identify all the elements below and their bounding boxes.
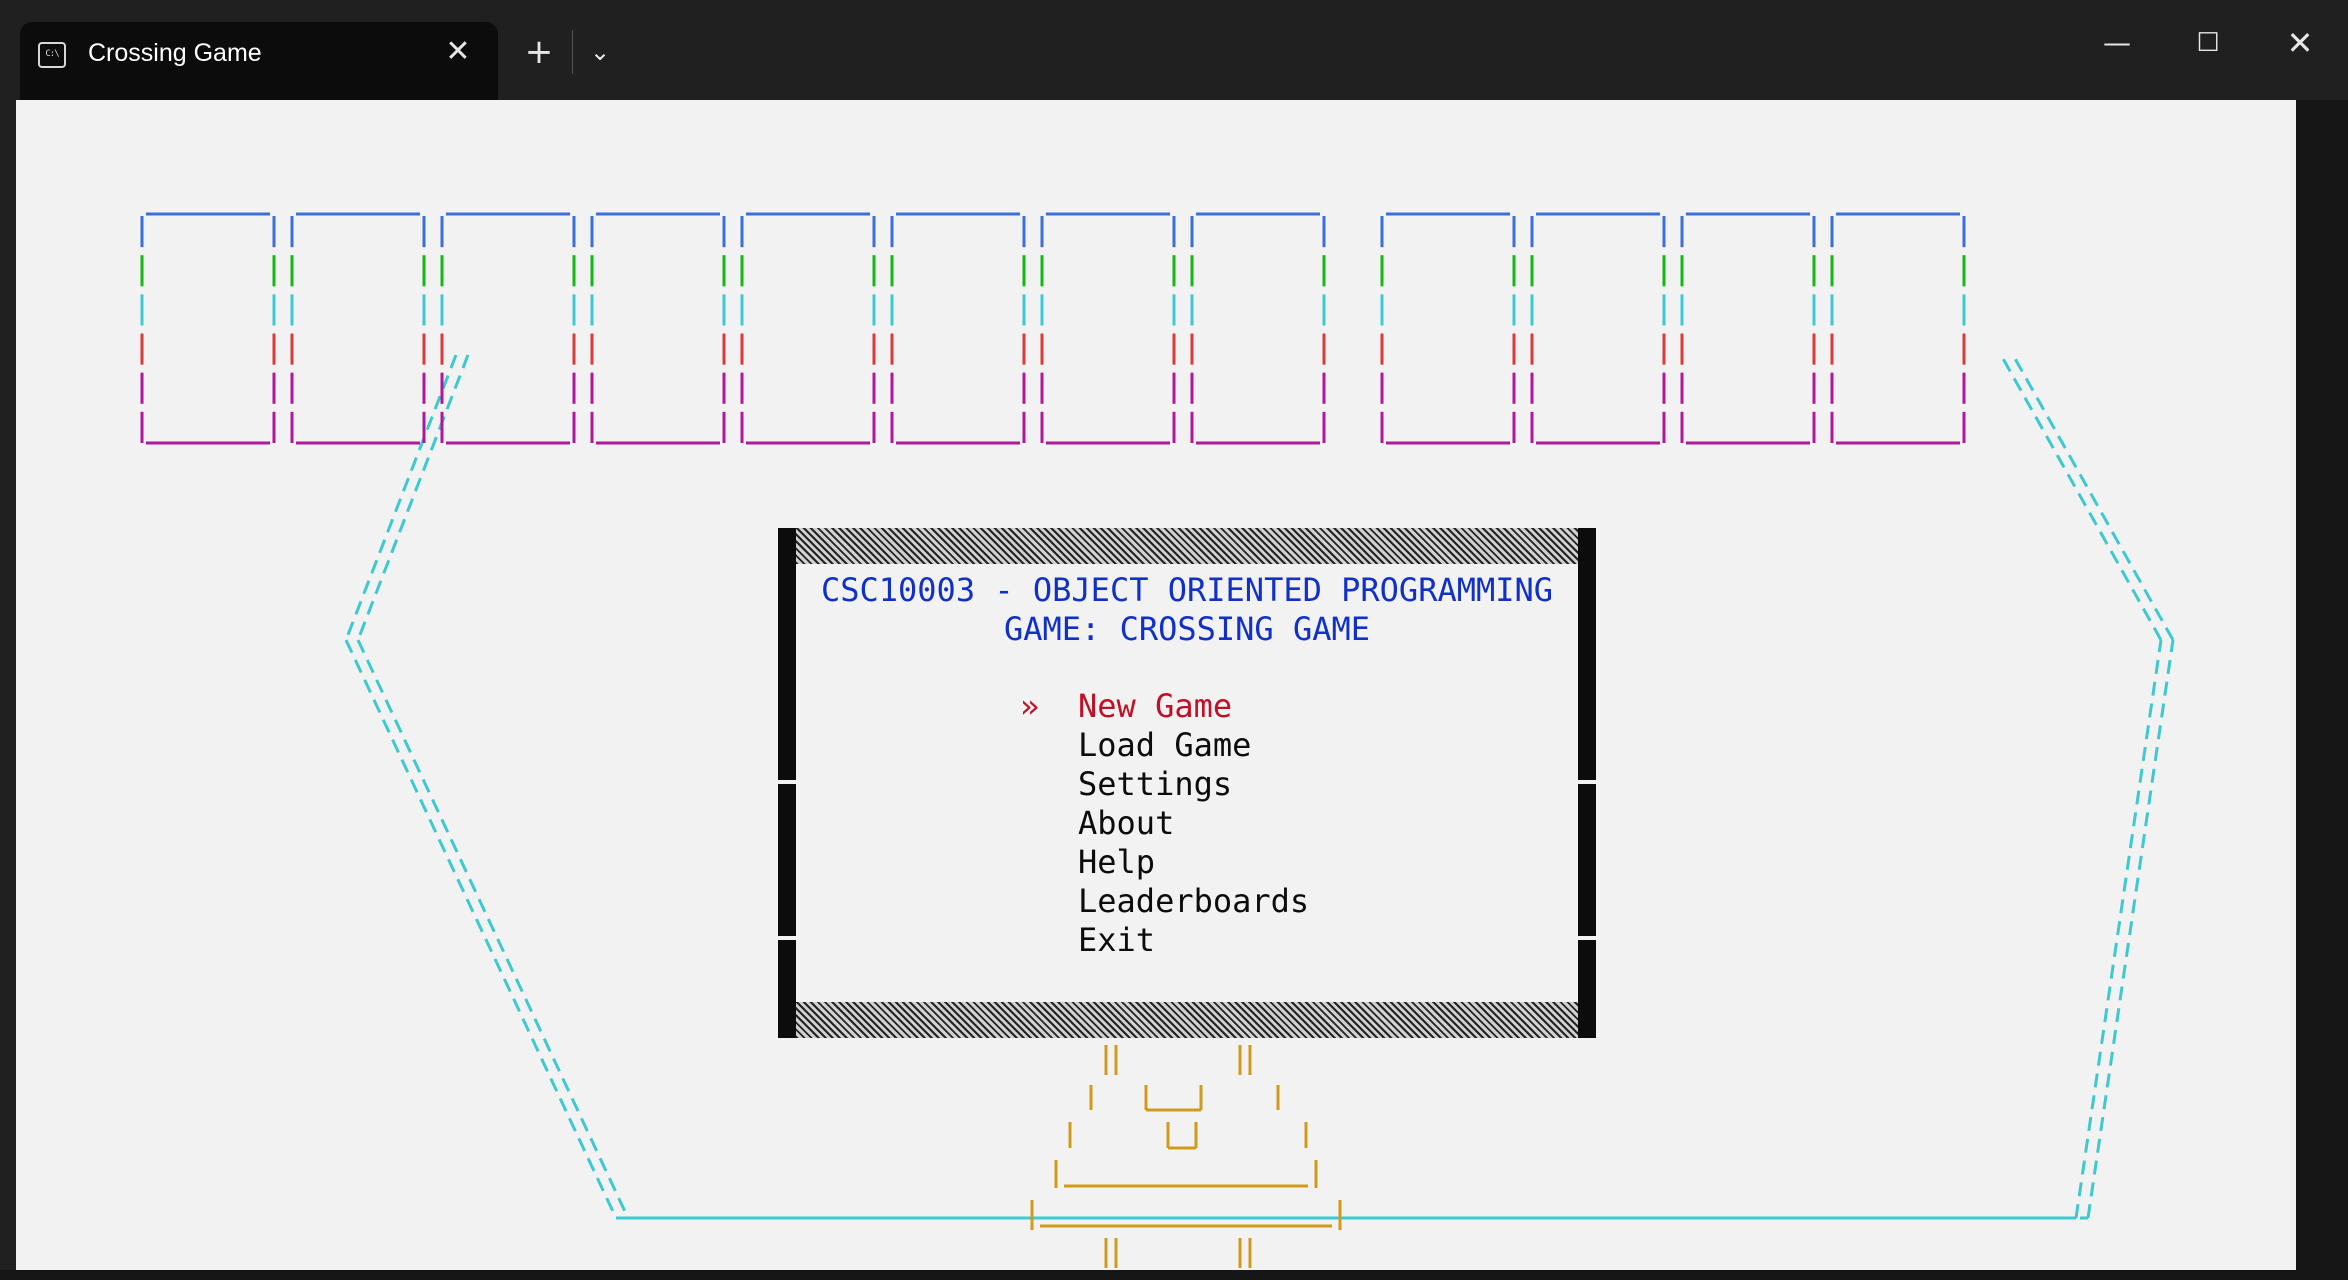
maximize-button[interactable]: ☐ — [2176, 14, 2240, 72]
terminal-viewport[interactable]: CSC10003 - OBJECT ORIENTED PROGRAMMING G… — [16, 100, 2296, 1270]
tab-separator — [572, 30, 573, 74]
title-letter — [1530, 212, 1666, 445]
menu-item-about[interactable]: About — [1078, 804, 1174, 843]
menu-top-border — [796, 528, 1578, 564]
title-letter — [740, 212, 876, 445]
window-edge — [2296, 100, 2348, 1280]
menu-item-exit[interactable]: Exit — [1078, 921, 1155, 960]
new-tab-button[interactable]: + — [516, 30, 562, 74]
menu-bottom-border — [796, 1002, 1578, 1038]
title-letter — [1380, 212, 1516, 445]
frame-line — [2011, 354, 2175, 641]
menu-border-notch — [1578, 780, 1596, 784]
frame-line — [2086, 639, 2175, 1219]
title-letter — [1190, 212, 1326, 445]
title-letter — [1040, 212, 1176, 445]
menu-border-notch — [1578, 936, 1596, 940]
title-letter — [1680, 212, 1816, 445]
frame-line — [2074, 639, 2163, 1219]
main-menu-panel: CSC10003 - OBJECT ORIENTED PROGRAMMING G… — [778, 528, 1596, 1038]
close-window-button[interactable]: ✕ — [2268, 14, 2332, 72]
frame-line — [1999, 354, 2163, 641]
game-heading: GAME: CROSSING GAME — [1003, 610, 1371, 648]
title-letter — [290, 212, 426, 445]
menu-item-leaderboards[interactable]: Leaderboards — [1078, 882, 1309, 921]
close-tab-icon[interactable]: ✕ — [438, 32, 478, 72]
title-letter — [1830, 212, 1966, 445]
tab-crossing-game[interactable]: C:\ Crossing Game ✕ — [20, 22, 498, 100]
window-edge — [0, 1270, 2348, 1280]
menu-item-settings[interactable]: Settings — [1078, 765, 1232, 804]
tab-title: Crossing Game — [88, 39, 262, 67]
menu-item-help[interactable]: Help — [1078, 843, 1155, 882]
title-letter — [890, 212, 1026, 445]
title-letter — [140, 212, 276, 445]
title-letter — [590, 212, 726, 445]
title-bar: C:\ Crossing Game ✕ + ⌄ — ☐ ✕ — [0, 0, 2348, 100]
chevron-down-icon[interactable]: ⌄ — [580, 30, 620, 74]
menu-item-load-game[interactable]: Load Game — [1078, 726, 1251, 765]
frame-line — [356, 639, 630, 1219]
menu-pointer-icon: » — [1020, 687, 1040, 725]
terminal-icon: C:\ — [38, 42, 66, 68]
menu-item-new-game[interactable]: New Game — [1078, 687, 1232, 726]
minimize-button[interactable]: — — [2085, 14, 2149, 72]
menu-border-notch — [778, 936, 796, 940]
frame-line — [344, 639, 618, 1219]
course-heading: CSC10003 - OBJECT ORIENTED PROGRAMMING — [820, 571, 1554, 609]
frame-line — [356, 354, 470, 641]
frame-line — [344, 354, 458, 641]
title-letter — [440, 212, 576, 445]
menu-border-notch — [778, 780, 796, 784]
